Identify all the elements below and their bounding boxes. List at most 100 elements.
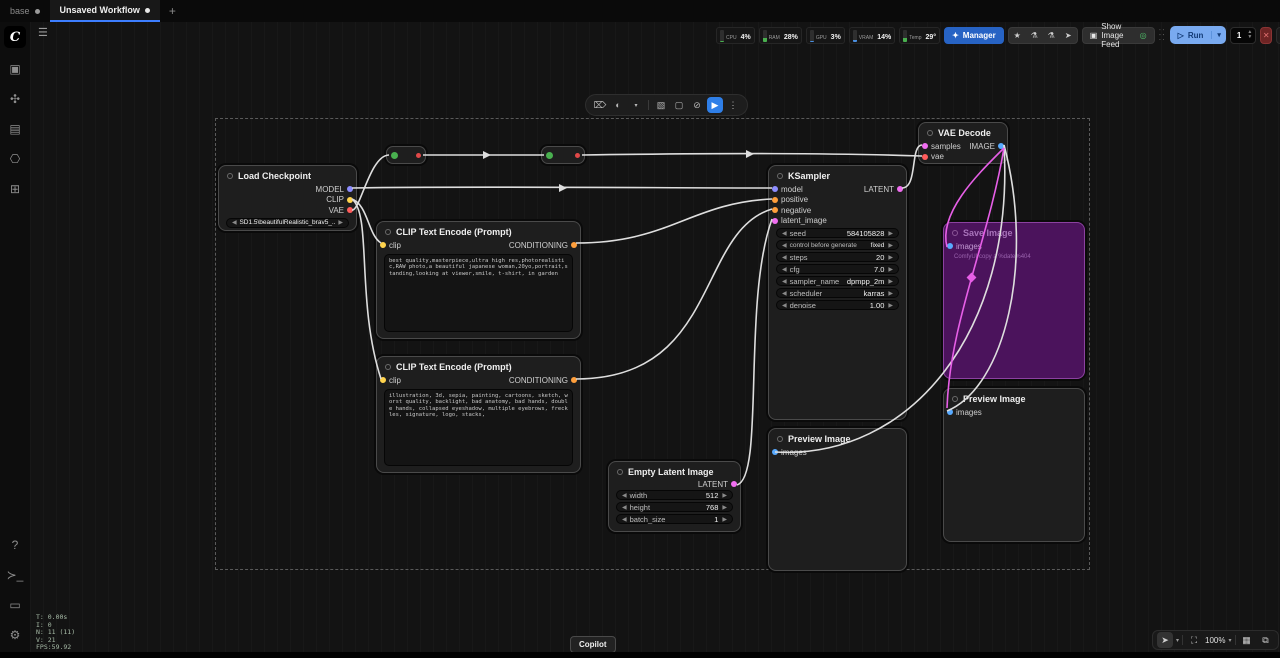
input-slot-vae[interactable]: [922, 154, 928, 160]
scheduler-widget[interactable]: ◀schedulerkarras▶: [776, 288, 899, 298]
output-slot[interactable]: [416, 153, 421, 158]
unlink-icon[interactable]: ⊘: [689, 97, 705, 113]
collapse-dot-icon[interactable]: [391, 152, 398, 159]
input-slot-images[interactable]: [947, 409, 953, 415]
pointer-tool-icon[interactable]: ➤: [1157, 632, 1173, 648]
workflows-icon[interactable]: ▣: [4, 58, 26, 80]
output-slot-conditioning[interactable]: [571, 377, 577, 383]
frame-nodes-icon[interactable]: ▧: [653, 97, 669, 113]
show-image-feed-button[interactable]: ▣ Show Image Feed ◎: [1082, 27, 1155, 44]
input-slot-model[interactable]: [772, 186, 778, 192]
input-slot-samples[interactable]: [922, 143, 928, 149]
delete-icon[interactable]: ⌦: [592, 97, 608, 113]
send-icon[interactable]: ➤: [1060, 31, 1077, 40]
node-title-bar[interactable]: CLIP Text Encode (Prompt): [377, 357, 580, 375]
node-empty-latent-image[interactable]: Empty Latent Image LATENT ◀width512▶ ◀he…: [608, 461, 741, 532]
collapsed-node-2[interactable]: [541, 146, 585, 164]
batch-size-widget[interactable]: ◀batch_size1▶: [616, 514, 733, 524]
tab-unsaved-workflow[interactable]: Unsaved Workflow: [50, 0, 160, 22]
output-slot[interactable]: [575, 153, 580, 158]
output-slot-latent[interactable]: [897, 186, 903, 192]
input-slot-images[interactable]: [947, 243, 953, 249]
node-save-image-bypassed[interactable]: Save Image images ComfyUI copy a %date%4…: [943, 222, 1085, 379]
node-title-bar[interactable]: CLIP Text Encode (Prompt): [377, 222, 580, 240]
prompt-text-widget[interactable]: illustration, 3d, sepia, painting, carto…: [384, 389, 573, 466]
tab-base[interactable]: base: [0, 0, 50, 22]
collapse-dot-icon[interactable]: [617, 469, 623, 475]
arrow-left-icon[interactable]: ◀: [232, 219, 237, 226]
output-slot-latent[interactable]: [731, 481, 737, 487]
denoise-widget[interactable]: ◀denoise1.00▶: [776, 300, 899, 310]
logs-icon[interactable]: ▭: [4, 594, 26, 616]
help-icon[interactable]: ?: [4, 534, 26, 556]
input-slot-images[interactable]: [772, 449, 778, 455]
node-title-bar[interactable]: VAE Decode: [919, 123, 1007, 141]
settings-gear-icon[interactable]: ⚙: [4, 624, 26, 646]
node-graph-canvas[interactable]: ☰ ⌦ ◐ ▾ ▧ ▢ ⊘ ▶ ⋮: [30, 22, 1280, 652]
color-picker-icon[interactable]: ◐: [610, 97, 626, 113]
batch-count-input[interactable]: 1 ▲▼: [1230, 27, 1256, 44]
zoom-chevron-icon[interactable]: ▾: [1228, 637, 1231, 644]
height-widget[interactable]: ◀height768▶: [616, 502, 733, 512]
node-title-bar[interactable]: Preview Image: [769, 429, 906, 447]
node-library-icon[interactable]: ✣: [4, 88, 26, 110]
copilot-button[interactable]: Copilot: [570, 636, 616, 653]
batch-count-steppers[interactable]: ▲▼: [1247, 30, 1255, 40]
node-title-bar[interactable]: KSampler: [769, 166, 906, 184]
output-slot-vae[interactable]: [347, 207, 353, 213]
group-nodes-icon[interactable]: ▢: [671, 97, 687, 113]
node-title-bar[interactable]: Preview Image: [944, 389, 1084, 407]
cfg-widget[interactable]: ◀cfg7.0▶: [776, 264, 899, 274]
run-button[interactable]: ▷ Run ▾: [1170, 26, 1226, 44]
input-slot-clip[interactable]: [380, 242, 386, 248]
comfyui-logo[interactable]: C: [4, 26, 26, 48]
node-ksampler[interactable]: KSampler model LATENT positive negative …: [768, 165, 907, 420]
pointer-tool-chevron-icon[interactable]: ▾: [1176, 637, 1179, 644]
bypass-toggle-icon[interactable]: ▶: [707, 97, 723, 113]
zoom-level-label[interactable]: 100%: [1205, 636, 1225, 645]
collapse-dot-icon[interactable]: [952, 230, 958, 236]
canvas-menu-icon[interactable]: ☰: [38, 26, 48, 39]
collapse-dot-icon[interactable]: [227, 173, 233, 179]
arrow-right-icon[interactable]: ▶: [338, 219, 343, 226]
node-preview-image-2[interactable]: Preview Image images: [943, 388, 1085, 542]
templates-icon[interactable]: ⊞: [4, 178, 26, 200]
output-slot-image[interactable]: [998, 143, 1004, 149]
collapsed-node-1[interactable]: [386, 146, 426, 164]
input-slot-positive[interactable]: [772, 197, 778, 203]
more-options-icon[interactable]: ⋮: [725, 97, 741, 113]
collapse-dot-icon[interactable]: [777, 436, 783, 442]
node-title-bar[interactable]: Load Checkpoint: [219, 166, 356, 184]
minimap-icon[interactable]: ▦: [1239, 632, 1255, 648]
output-slot-clip[interactable]: [347, 197, 353, 203]
seed-widget[interactable]: ◀seed584105828▶: [776, 228, 899, 238]
active-jobs-badge[interactable]: 0 active: [1276, 27, 1280, 44]
sampler-name-widget[interactable]: ◀sampler_namedpmpp_2m▶: [776, 276, 899, 286]
control-before-generate-widget[interactable]: ◀control before generatefixed▶: [776, 240, 899, 250]
terminal-icon[interactable]: ≻_: [4, 564, 26, 586]
node-title-bar[interactable]: Save Image: [944, 223, 1084, 241]
collapse-dot-icon[interactable]: [546, 152, 553, 159]
new-tab-button[interactable]: +: [160, 0, 185, 22]
collapse-dot-icon[interactable]: [952, 396, 958, 402]
custom-nodes-icon[interactable]: ⎔: [4, 148, 26, 170]
chevron-down-icon[interactable]: ▾: [628, 97, 644, 113]
output-slot-model[interactable]: [347, 186, 353, 192]
flask-icon[interactable]: ⚗: [1026, 31, 1043, 40]
collapse-dot-icon[interactable]: [927, 130, 933, 136]
width-widget[interactable]: ◀width512▶: [616, 490, 733, 500]
node-title-bar[interactable]: Empty Latent Image: [609, 462, 740, 480]
fit-view-icon[interactable]: ⛶: [1186, 632, 1202, 648]
input-slot-negative[interactable]: [772, 207, 778, 213]
collapse-dot-icon[interactable]: [777, 173, 783, 179]
node-vae-decode[interactable]: VAE Decode samples IMAGE vae: [918, 122, 1008, 164]
input-slot-clip[interactable]: [380, 377, 386, 383]
node-clip-text-encode-positive[interactable]: CLIP Text Encode (Prompt) clip CONDITION…: [376, 221, 581, 339]
collapse-dot-icon[interactable]: [385, 229, 391, 235]
run-dropdown-chevron-icon[interactable]: ▾: [1211, 31, 1226, 39]
fullscreen-icon[interactable]: ⧉: [1258, 632, 1274, 648]
filename-prefix-widget[interactable]: ComfyUI copy a %date%404: [944, 252, 1084, 262]
output-slot-conditioning[interactable]: [571, 242, 577, 248]
model-library-icon[interactable]: ▤: [4, 118, 26, 140]
prompt-text-widget[interactable]: best quality,masterpiece,ultra high res,…: [384, 254, 573, 332]
